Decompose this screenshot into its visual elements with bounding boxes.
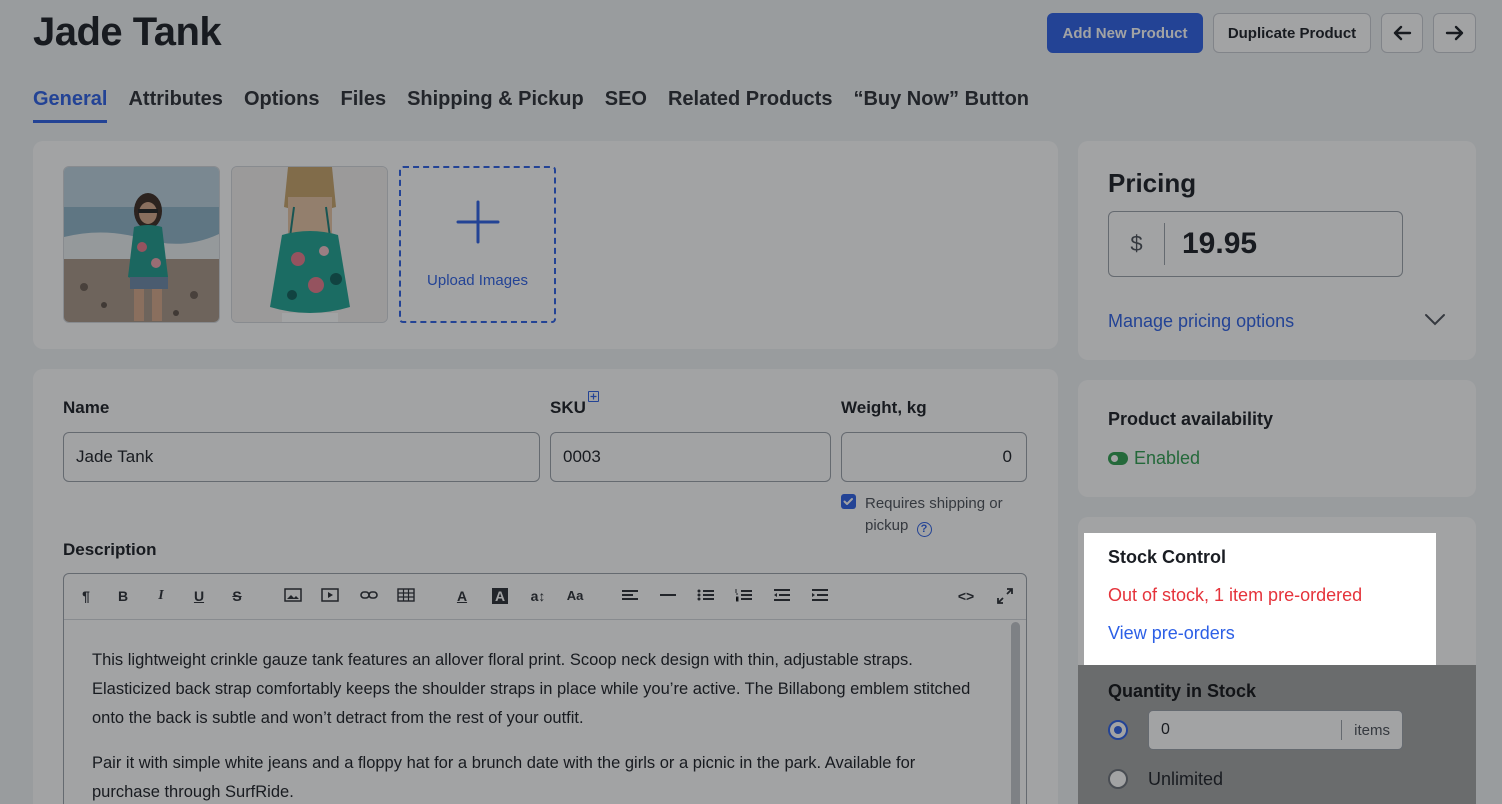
product-photo-back <box>232 167 387 322</box>
plus-icon <box>456 190 500 254</box>
toggle-on-icon <box>1108 452 1128 465</box>
fullscreen-icon[interactable] <box>994 588 1016 607</box>
help-icon[interactable]: ? <box>916 522 932 537</box>
paragraph-icon[interactable]: ¶ <box>75 588 97 604</box>
manage-pricing-link[interactable]: Manage pricing options <box>1108 311 1294 332</box>
quantity-unit: items <box>1354 721 1390 739</box>
product-image-1[interactable] <box>63 166 220 323</box>
stock-status: Out of stock, 1 item pre-ordered <box>1108 585 1363 605</box>
outdent-icon[interactable] <box>771 588 793 605</box>
quantity-label: Quantity in Stock <box>1108 681 1257 701</box>
code-view-icon[interactable]: <> <box>955 588 977 604</box>
weight-input[interactable]: 0 <box>841 432 1027 482</box>
unlimited-label: Unlimited <box>1148 769 1224 789</box>
price-input[interactable]: $ 19.95 <box>1108 211 1403 277</box>
upload-images-button[interactable]: Upload Images <box>399 166 556 323</box>
sku-input[interactable]: 0003 <box>550 432 831 482</box>
editor-toolbar: ¶ B I U S A A a↕ Aa <> <box>64 574 1026 620</box>
requires-shipping-label: Requires shipping or pickup ? <box>865 495 1003 537</box>
previous-product-button[interactable] <box>1381 13 1423 53</box>
description-paragraph: This lightweight crinkle gauze tank feat… <box>92 651 971 727</box>
numbered-list-icon[interactable] <box>733 588 755 605</box>
stock-control-title: Stock Control <box>1108 547 1227 567</box>
arrow-right-icon <box>1445 25 1463 41</box>
tab-general[interactable]: General <box>33 88 108 123</box>
pricing-title: Pricing <box>1108 168 1197 198</box>
tab-related-products[interactable]: Related Products <box>668 88 832 123</box>
tab-buy-now-button[interactable]: “Buy Now” Button <box>853 88 1029 123</box>
upload-images-label: Upload Images <box>427 272 528 289</box>
editor-content[interactable]: This lightweight crinkle gauze tank feat… <box>64 620 1004 804</box>
price-value: 19.95 <box>1182 227 1258 260</box>
editor-scrollbar[interactable] <box>1011 622 1020 804</box>
underline-icon[interactable]: U <box>188 588 210 604</box>
requires-shipping-checkbox[interactable] <box>841 494 856 509</box>
duplicate-product-button[interactable]: Duplicate Product <box>1213 13 1371 53</box>
page-title: Jade Tank <box>33 10 222 54</box>
quantity-value: 0 <box>1161 721 1170 738</box>
font-color-icon[interactable]: A <box>451 588 473 604</box>
checkmark-icon <box>843 498 853 505</box>
tab-files[interactable]: Files <box>340 88 386 123</box>
product-image-2[interactable] <box>231 166 388 323</box>
text-case-icon[interactable]: Aa <box>564 588 586 603</box>
table-icon[interactable] <box>395 588 417 605</box>
tab-attributes[interactable]: Attributes <box>128 88 222 123</box>
horizontal-rule-icon[interactable] <box>657 588 679 605</box>
currency-symbol: $ <box>1109 223 1165 265</box>
availability-card <box>1078 380 1476 497</box>
product-photo-beach <box>64 167 219 322</box>
bulleted-list-icon[interactable] <box>695 588 717 605</box>
weight-label: Weight, kg <box>841 398 927 417</box>
unlimited-radio[interactable] <box>1108 769 1128 789</box>
tab-bar: General Attributes Options Files Shippin… <box>33 88 1050 123</box>
font-size-icon[interactable]: a↕ <box>527 588 549 604</box>
quantity-radio[interactable] <box>1108 720 1128 740</box>
tab-seo[interactable]: SEO <box>605 88 647 123</box>
description-paragraph: Pair it with simple white jeans and a fl… <box>92 754 916 801</box>
next-product-button[interactable] <box>1433 13 1476 53</box>
description-label: Description <box>63 540 157 559</box>
sku-generate-icon[interactable] <box>588 391 599 402</box>
link-icon[interactable] <box>358 588 380 605</box>
availability-status: Enabled <box>1134 448 1201 468</box>
name-input[interactable]: Jade Tank <box>63 432 540 482</box>
strikethrough-icon[interactable]: S <box>226 588 248 604</box>
align-icon[interactable] <box>619 588 641 605</box>
italic-icon[interactable]: I <box>150 588 172 604</box>
add-new-product-button[interactable]: Add New Product <box>1047 13 1203 53</box>
image-icon[interactable] <box>282 588 304 605</box>
availability-title: Product availability <box>1108 409 1274 429</box>
sku-label: SKU <box>550 398 586 417</box>
quantity-input[interactable]: 0 items <box>1148 710 1403 750</box>
chevron-down-icon[interactable] <box>1424 313 1446 332</box>
description-editor[interactable]: ¶ B I U S A A a↕ Aa <> This lightweight … <box>63 573 1027 804</box>
indent-icon[interactable] <box>809 588 831 605</box>
name-label: Name <box>63 398 110 417</box>
view-preorders-link[interactable]: View pre-orders <box>1108 623 1235 644</box>
bold-icon[interactable]: B <box>112 588 134 604</box>
tab-shipping-pickup[interactable]: Shipping & Pickup <box>407 88 584 123</box>
tab-options[interactable]: Options <box>244 88 320 123</box>
video-icon[interactable] <box>319 588 341 605</box>
background-color-icon[interactable]: A <box>489 588 511 604</box>
availability-toggle[interactable]: Enabled <box>1108 448 1200 469</box>
arrow-left-icon <box>1393 25 1412 41</box>
